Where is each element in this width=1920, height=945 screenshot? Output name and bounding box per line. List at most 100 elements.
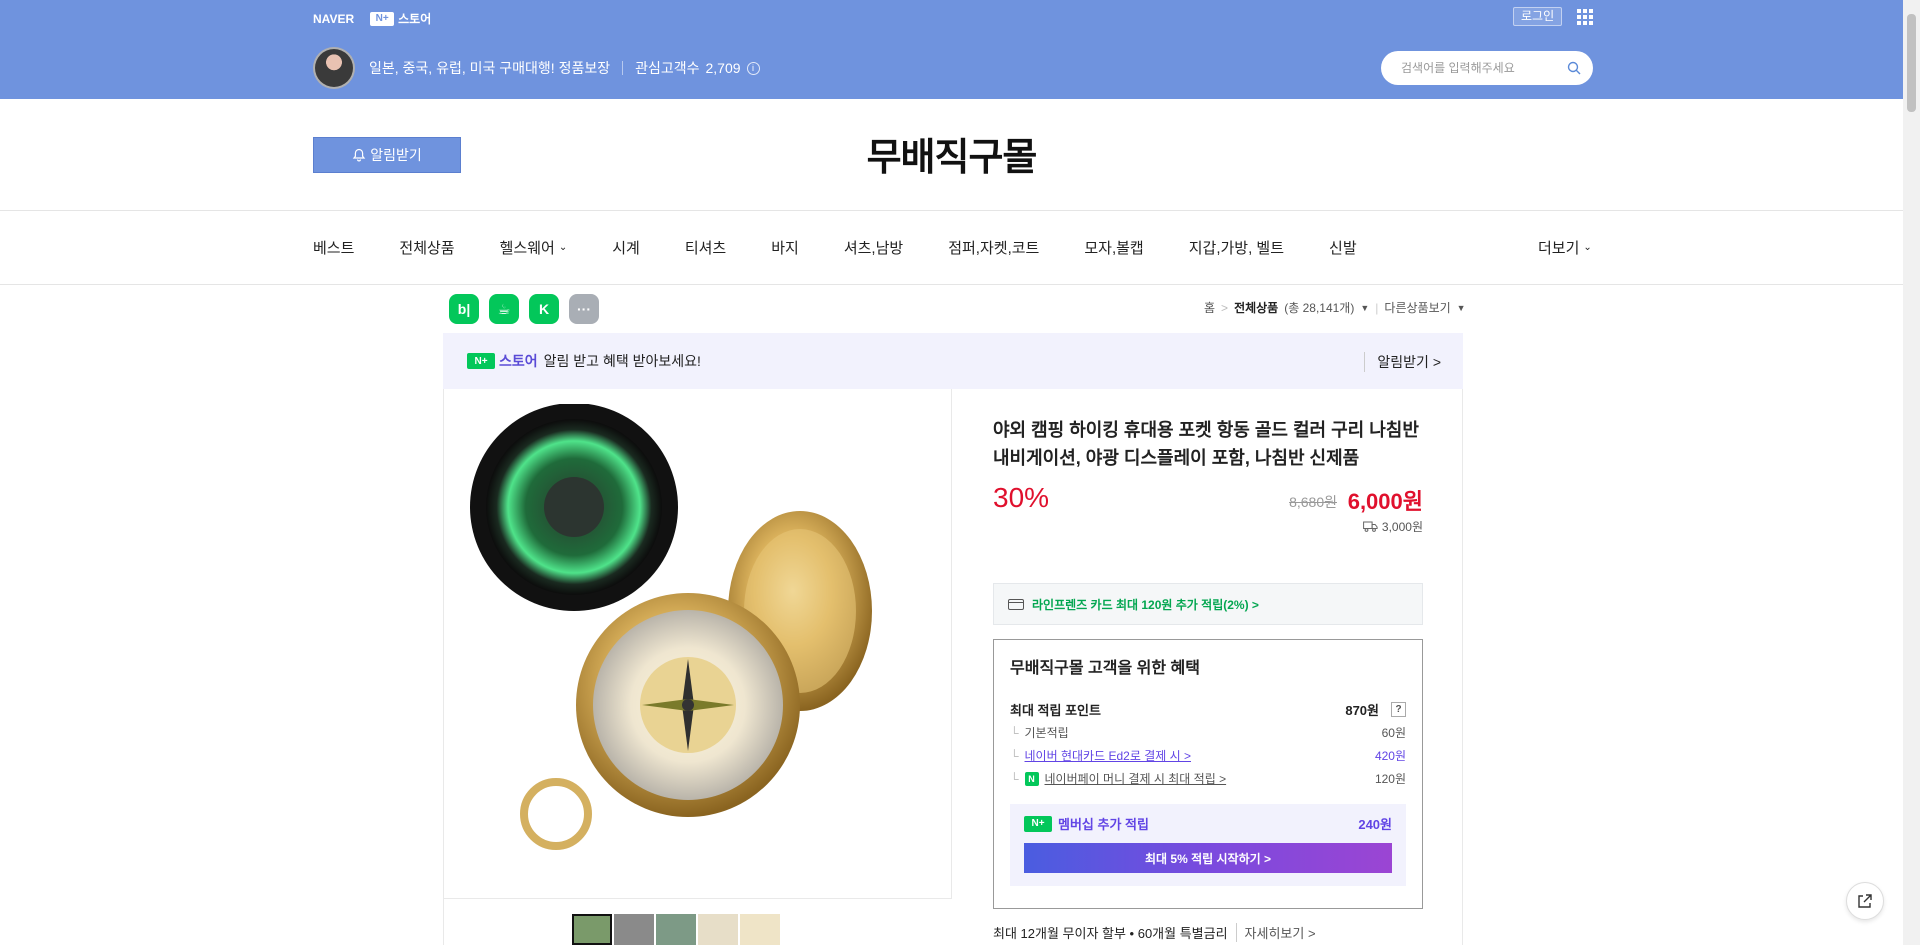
store-avatar[interactable] <box>313 47 355 89</box>
thumbnail-4[interactable] <box>698 914 738 945</box>
info-icon[interactable]: i <box>746 61 760 75</box>
store-search <box>1381 51 1593 85</box>
membership-label: 멤버십 추가 적립 <box>1058 817 1149 832</box>
thumbnail-3[interactable] <box>656 914 696 945</box>
share-row: b| ☕ K ··· <box>449 294 599 324</box>
membership-start-button[interactable]: 최대 5% 적립 시작하기 > <box>1024 843 1392 873</box>
share-arrow-icon <box>1858 894 1872 908</box>
store-top-bar <box>0 0 1903 99</box>
membership-row: N+ 멤버십 추가 적립 240원 <box>1024 814 1392 833</box>
chevron-down-icon: ⌄ <box>1583 242 1592 253</box>
hyundai-card-link[interactable]: 네이버 현대카드 Ed2로 결제 시 > <box>1025 747 1191 764</box>
global-nav: NAVER N+ 스토어 <box>313 10 431 27</box>
nav-item-best[interactable]: 베스트 <box>313 237 354 258</box>
nav-item-all[interactable]: 전체상품 <box>399 237 454 258</box>
store-info: 일본, 중국, 유럽, 미국 구매대행! 정품보장 관심고객수 2,709 i <box>313 47 760 89</box>
divider <box>0 284 1903 285</box>
breadcrumb-count: (총 28,141개) <box>1284 301 1355 315</box>
npay-money-link[interactable]: 네이버페이 머니 결제 시 최대 적립 > <box>1045 770 1227 787</box>
nav-item-pants[interactable]: 바지 <box>771 237 799 258</box>
tree-icon: └ <box>1010 725 1019 740</box>
page-scrollbar[interactable] <box>1903 0 1920 945</box>
nav-item-shirt[interactable]: 셔츠,남방 <box>844 237 903 258</box>
search-icon[interactable] <box>1567 61 1581 75</box>
nplus-badge: N+ <box>1024 815 1052 832</box>
card-benefit[interactable]: 라인프렌즈 카드 최대 120원 추가 적립(2%) > <box>993 583 1423 625</box>
apps-grid-icon[interactable] <box>1577 9 1593 25</box>
breadcrumb-sep: > <box>1221 300 1229 315</box>
divider <box>0 210 1903 211</box>
divider: | <box>1375 300 1379 315</box>
tree-icon: └ <box>1010 771 1019 786</box>
point-row-card: └ 네이버 현대카드 Ed2로 결제 시 > 420원 <box>1010 744 1406 767</box>
login-button[interactable]: 로그인 <box>1513 7 1563 26</box>
product-image[interactable] <box>470 404 930 864</box>
nplus-label: 스토어 <box>398 12 432 26</box>
caret-down-icon[interactable]: ▼ <box>1360 303 1369 313</box>
max-point-label: 최대 적립 포인트 <box>1010 703 1101 718</box>
truck-icon <box>1363 521 1378 532</box>
cafe-share-icon[interactable]: ☕ <box>489 294 519 324</box>
nplus-box: N+ <box>370 11 395 26</box>
thumbnail-1[interactable] <box>572 914 612 945</box>
thumbnail-5[interactable] <box>740 914 780 945</box>
installment-detail-link[interactable]: 자세히보기 > <box>1235 923 1316 942</box>
keep-share-icon[interactable]: K <box>529 294 559 324</box>
breadcrumb: 홈 > 전체상품 (총 28,141개) ▼ | 다른상품보기 ▼ <box>1204 299 1466 316</box>
nav-item-shoes[interactable]: 신발 <box>1329 237 1357 258</box>
discount-rate: 30% <box>993 482 1050 513</box>
nplus-store-logo[interactable]: N+ 스토어 <box>370 10 431 27</box>
fans-label: 관심고객수 <box>635 60 700 76</box>
sale-price: 6,000원 <box>1347 489 1423 514</box>
membership-value: 240원 <box>1358 817 1392 832</box>
tree-icon: └ <box>1010 748 1019 763</box>
nav-item-cap[interactable]: 모자,볼캡 <box>1084 237 1143 258</box>
breadcrumb-category[interactable]: 전체상품 <box>1234 299 1278 316</box>
store-name[interactable]: 무배직구몰 <box>0 126 1903 181</box>
more-share-icon[interactable]: ··· <box>569 294 599 324</box>
card-benefit-text: 라인프렌즈 카드 최대 120원 추가 적립(2%) > <box>1032 597 1259 612</box>
naver-logo[interactable]: NAVER <box>313 12 354 26</box>
nav-item-jumper[interactable]: 점퍼,자켓,코트 <box>948 237 1039 258</box>
nav-item-watch[interactable]: 시계 <box>612 237 640 258</box>
divider <box>443 898 952 899</box>
category-nav: 베스트 전체상품 헬스웨어 ⌄ 시계 티셔츠 바지 셔츠,남방 점퍼,자켓,코트 … <box>313 237 1402 258</box>
installment-text: 최대 12개월 무이자 할부 • 60개월 특별금리 <box>993 926 1228 941</box>
other-products-link[interactable]: 다른상품보기 <box>1384 299 1450 316</box>
product-title: 야외 캠핑 하이킹 휴대용 포켓 항동 골드 컬러 구리 나침반 내비게이션, … <box>993 420 1419 468</box>
thumbnail-strip <box>572 914 780 945</box>
thumbnail-2[interactable] <box>614 914 654 945</box>
subscribe-link[interactable]: 알림받기 > <box>1364 352 1441 372</box>
card-icon <box>1008 598 1024 610</box>
price-row: 30% 8,680원 6,000원 3,000원 <box>993 482 1423 534</box>
share-icon[interactable] <box>1846 882 1884 920</box>
nav-item-healthwear[interactable]: 헬스웨어 ⌄ <box>500 237 568 258</box>
point-label: 기본적립 <box>1024 726 1069 740</box>
brand-label: 스토어 <box>499 353 538 369</box>
chevron-down-icon: ⌄ <box>558 242 568 253</box>
scrollbar-thumb[interactable] <box>1907 14 1916 112</box>
blog-share-icon[interactable]: b| <box>449 294 479 324</box>
breadcrumb-home[interactable]: 홈 <box>1204 299 1215 316</box>
max-point-row: 최대 적립 포인트 870원? <box>1010 698 1406 721</box>
benefit-box: 무배직구몰 고객을 위한 혜택 최대 적립 포인트 870원? └ 기본적립 60… <box>993 639 1423 909</box>
product-info: 야외 캠핑 하이킹 휴대용 포켓 항동 골드 컬러 구리 나침반 내비게이션, … <box>993 416 1423 534</box>
caret-down-icon[interactable]: ▼ <box>1457 303 1466 313</box>
nav-item-tshirt[interactable]: 티셔츠 <box>685 237 726 258</box>
divider <box>622 61 624 75</box>
point-value: 120원 <box>1374 772 1406 786</box>
point-value: 60원 <box>1381 726 1406 740</box>
nav-item-wallet[interactable]: 지갑,가방, 벨트 <box>1189 237 1284 258</box>
point-row-npay: └ N 네이버페이 머니 결제 시 최대 적립 > 120원 <box>1010 767 1406 790</box>
membership-box: N+ 멤버십 추가 적립 240원 최대 5% 적립 시작하기 > <box>1010 804 1406 886</box>
nav-more[interactable]: 더보기 ⌄ <box>1538 237 1592 258</box>
notify-banner: N+ 스토어 알림 받고 혜택 받아보세요! 알림받기 > <box>443 333 1463 389</box>
nplus-store-badge: N+ 스토어 <box>467 351 538 371</box>
npay-icon: N <box>1024 771 1039 786</box>
banner-message: 알림 받고 혜택 받아보세요! <box>543 353 701 369</box>
search-input[interactable] <box>1401 61 1567 75</box>
help-icon[interactable]: ? <box>1391 702 1406 717</box>
original-price: 8,680원 <box>1289 494 1337 510</box>
point-row-basic: └ 기본적립 60원 <box>1010 721 1406 744</box>
fans-value: 2,709 <box>705 60 741 76</box>
